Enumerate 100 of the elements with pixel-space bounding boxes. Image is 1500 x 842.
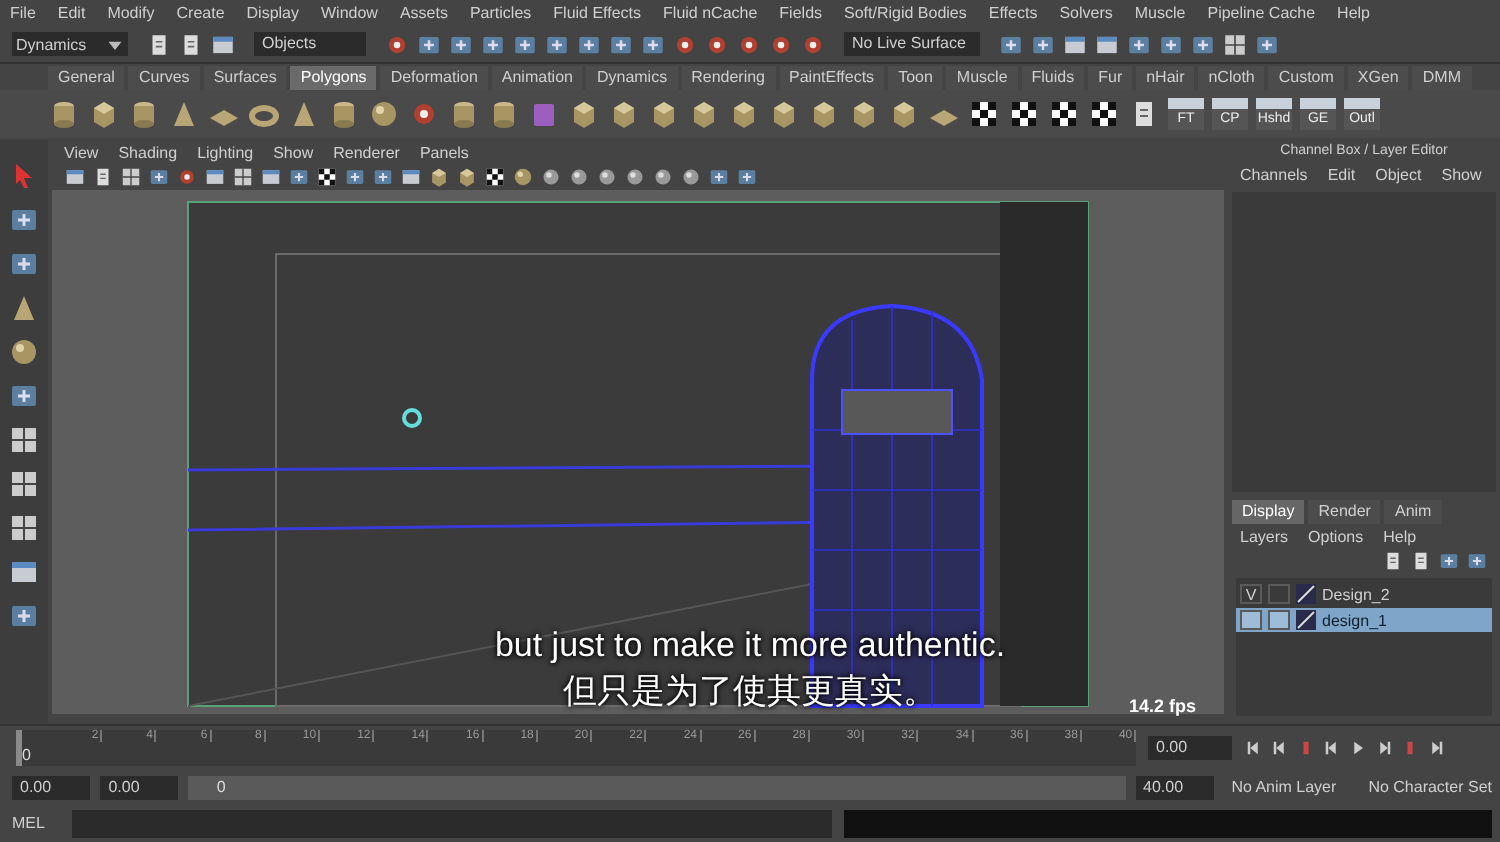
- live-surface-field[interactable]: No Live Surface: [844, 32, 980, 56]
- menu-item[interactable]: Modify: [107, 4, 155, 22]
- shelf-tab[interactable]: Fluids: [1021, 66, 1085, 90]
- playhead-marker[interactable]: [16, 730, 22, 766]
- tool-icon[interactable]: [288, 166, 310, 188]
- range-slider[interactable]: 0: [188, 775, 1125, 799]
- cube-icon[interactable]: [428, 166, 450, 188]
- checker-icon[interactable]: [1008, 98, 1040, 130]
- shelf-tab[interactable]: Deformation: [380, 66, 488, 90]
- channel-menu-item[interactable]: Show: [1441, 166, 1482, 184]
- window-icon[interactable]: [260, 166, 282, 188]
- window-icon[interactable]: [1094, 31, 1120, 57]
- visibility-toggle[interactable]: [1240, 610, 1262, 630]
- shelf-tab[interactable]: Muscle: [946, 66, 1018, 90]
- cube-icon[interactable]: [848, 98, 880, 130]
- cube-icon[interactable]: [768, 98, 800, 130]
- shelf-tab[interactable]: PaintEffects: [779, 66, 885, 90]
- shelf-tab[interactable]: Animation: [491, 66, 583, 90]
- menu-item[interactable]: Fields: [779, 4, 823, 22]
- layer-row[interactable]: V Design_2: [1236, 582, 1492, 606]
- menu-item[interactable]: Assets: [399, 4, 448, 22]
- checker-icon[interactable]: [968, 98, 1000, 130]
- current-time-field[interactable]: 0.00: [1148, 736, 1232, 760]
- cone-icon[interactable]: [168, 98, 200, 130]
- cube-icon[interactable]: [888, 98, 920, 130]
- tool-icon[interactable]: [8, 380, 40, 412]
- shelf-tab[interactable]: Fur: [1088, 66, 1133, 90]
- window-icon[interactable]: [8, 556, 40, 588]
- panel-menu-item[interactable]: Lighting: [197, 143, 254, 161]
- tool-icon[interactable]: [512, 31, 538, 57]
- cube-icon[interactable]: [808, 98, 840, 130]
- step-back-icon[interactable]: [1244, 738, 1264, 758]
- tool-icon[interactable]: [448, 31, 474, 57]
- visibility-toggle[interactable]: V: [1240, 584, 1262, 604]
- menu-item[interactable]: Soft/Rigid Bodies: [844, 4, 967, 22]
- cube-icon[interactable]: [688, 98, 720, 130]
- grid-icon[interactable]: [8, 468, 40, 500]
- menu-item[interactable]: Display: [246, 4, 299, 22]
- tool-icon[interactable]: [1466, 550, 1488, 572]
- tool-icon[interactable]: [1254, 31, 1280, 57]
- tool-icon[interactable]: [372, 166, 394, 188]
- shaded-sphere-icon[interactable]: [596, 166, 618, 188]
- shelf-tab[interactable]: Toon: [888, 66, 943, 90]
- checker-icon[interactable]: [316, 166, 338, 188]
- tool-icon[interactable]: [1126, 31, 1152, 57]
- window-icon[interactable]: [210, 31, 236, 57]
- cube-icon[interactable]: [88, 98, 120, 130]
- shaded-sphere-icon[interactable]: [540, 166, 562, 188]
- shaded-sphere-icon[interactable]: [568, 166, 590, 188]
- menu-item[interactable]: Fluid nCache: [663, 4, 758, 22]
- tool-icon[interactable]: [708, 166, 730, 188]
- cone-icon[interactable]: [288, 98, 320, 130]
- grid-icon[interactable]: [8, 512, 40, 544]
- tool-icon[interactable]: [544, 31, 570, 57]
- cone-icon[interactable]: [8, 292, 40, 324]
- cylinder-icon[interactable]: [448, 98, 480, 130]
- menu-item[interactable]: Window: [321, 4, 378, 22]
- grid-icon[interactable]: [8, 424, 40, 456]
- play-icon[interactable]: [1348, 738, 1368, 758]
- window-icon[interactable]: [400, 166, 422, 188]
- range-end-field[interactable]: 40.00: [1135, 775, 1214, 799]
- checker-icon[interactable]: [1048, 98, 1080, 130]
- shelf-tab[interactable]: Dynamics: [586, 66, 678, 90]
- menu-item[interactable]: Muscle: [1134, 4, 1186, 22]
- window-icon[interactable]: [204, 166, 226, 188]
- cube-icon[interactable]: [728, 98, 760, 130]
- sphere-icon[interactable]: [368, 98, 400, 130]
- shelf-tab[interactable]: DMM: [1412, 66, 1471, 90]
- command-input-field[interactable]: [72, 809, 832, 837]
- cylinder-icon[interactable]: [48, 98, 80, 130]
- template-toggle[interactable]: [1268, 584, 1290, 604]
- tool-icon[interactable]: [1438, 550, 1460, 572]
- shelf-tab[interactable]: nHair: [1136, 66, 1195, 90]
- tool-icon[interactable]: [148, 166, 170, 188]
- tool-icon[interactable]: [8, 600, 40, 632]
- step-back-icon[interactable]: [1322, 738, 1342, 758]
- document-icon[interactable]: [1410, 550, 1432, 572]
- cube-icon[interactable]: [648, 98, 680, 130]
- step-back-icon[interactable]: [1270, 738, 1290, 758]
- window-icon[interactable]: [1062, 31, 1088, 57]
- layer-menu-item[interactable]: Layers: [1240, 528, 1289, 546]
- panel-menu-item[interactable]: Show: [273, 143, 314, 161]
- document-icon[interactable]: [92, 166, 114, 188]
- tool-icon[interactable]: [1158, 31, 1184, 57]
- tool-icon[interactable]: [8, 204, 40, 236]
- sphere-icon[interactable]: [512, 166, 534, 188]
- tool-icon[interactable]: [1030, 31, 1056, 57]
- layer-menu-item[interactable]: Options: [1308, 528, 1364, 546]
- menu-item[interactable]: Pipeline Cache: [1207, 4, 1316, 22]
- shelf-tab[interactable]: Polygons: [290, 66, 377, 90]
- menu-item[interactable]: Effects: [988, 4, 1038, 22]
- panel-menu-item[interactable]: Shading: [118, 143, 178, 161]
- tool-icon[interactable]: [608, 31, 634, 57]
- step-forward-icon[interactable]: [1374, 738, 1394, 758]
- tool-icon[interactable]: [998, 31, 1024, 57]
- panel-menu-item[interactable]: Panels: [419, 143, 469, 161]
- playback-start-field[interactable]: 0.00: [100, 775, 179, 799]
- shelf-tab[interactable]: Surfaces: [203, 66, 287, 90]
- cube-icon[interactable]: [568, 98, 600, 130]
- tool-icon[interactable]: [416, 31, 442, 57]
